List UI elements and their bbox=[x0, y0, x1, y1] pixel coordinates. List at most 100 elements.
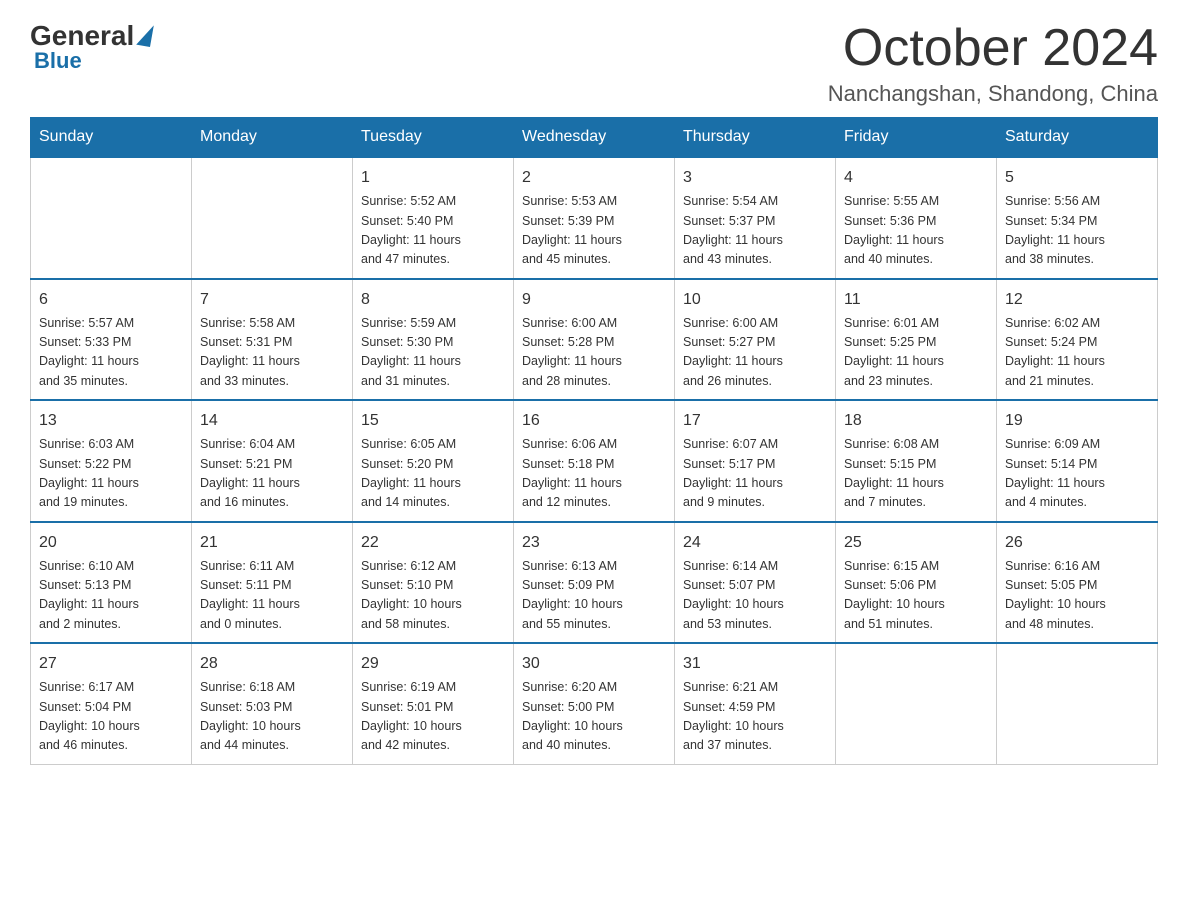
sun-info: Sunrise: 6:10 AMSunset: 5:13 PMDaylight:… bbox=[39, 557, 183, 635]
day-number: 3 bbox=[683, 166, 827, 190]
sun-info: Sunrise: 5:58 AMSunset: 5:31 PMDaylight:… bbox=[200, 314, 344, 392]
day-number: 7 bbox=[200, 288, 344, 312]
week-row-2: 6Sunrise: 5:57 AMSunset: 5:33 PMDaylight… bbox=[31, 279, 1158, 401]
page-header: General Blue October 2024 Nanchangshan, … bbox=[30, 20, 1158, 107]
sun-info: Sunrise: 6:00 AMSunset: 5:27 PMDaylight:… bbox=[683, 314, 827, 392]
week-row-3: 13Sunrise: 6:03 AMSunset: 5:22 PMDayligh… bbox=[31, 400, 1158, 522]
calendar-cell: 23Sunrise: 6:13 AMSunset: 5:09 PMDayligh… bbox=[514, 522, 675, 644]
sun-info: Sunrise: 6:07 AMSunset: 5:17 PMDaylight:… bbox=[683, 435, 827, 513]
calendar-cell: 19Sunrise: 6:09 AMSunset: 5:14 PMDayligh… bbox=[997, 400, 1158, 522]
day-number: 19 bbox=[1005, 409, 1149, 433]
day-number: 21 bbox=[200, 531, 344, 555]
day-number: 30 bbox=[522, 652, 666, 676]
calendar-cell: 22Sunrise: 6:12 AMSunset: 5:10 PMDayligh… bbox=[353, 522, 514, 644]
sun-info: Sunrise: 5:59 AMSunset: 5:30 PMDaylight:… bbox=[361, 314, 505, 392]
calendar-cell: 24Sunrise: 6:14 AMSunset: 5:07 PMDayligh… bbox=[675, 522, 836, 644]
day-number: 1 bbox=[361, 166, 505, 190]
sun-info: Sunrise: 6:04 AMSunset: 5:21 PMDaylight:… bbox=[200, 435, 344, 513]
calendar-cell: 16Sunrise: 6:06 AMSunset: 5:18 PMDayligh… bbox=[514, 400, 675, 522]
day-header-monday: Monday bbox=[192, 118, 353, 158]
day-header-tuesday: Tuesday bbox=[353, 118, 514, 158]
day-header-sunday: Sunday bbox=[31, 118, 192, 158]
day-number: 6 bbox=[39, 288, 183, 312]
calendar-cell: 2Sunrise: 5:53 AMSunset: 5:39 PMDaylight… bbox=[514, 157, 675, 279]
calendar-cell bbox=[192, 157, 353, 279]
sun-info: Sunrise: 6:21 AMSunset: 4:59 PMDaylight:… bbox=[683, 678, 827, 756]
title-section: October 2024 Nanchangshan, Shandong, Chi… bbox=[828, 20, 1158, 107]
day-number: 26 bbox=[1005, 531, 1149, 555]
sun-info: Sunrise: 6:05 AMSunset: 5:20 PMDaylight:… bbox=[361, 435, 505, 513]
day-number: 22 bbox=[361, 531, 505, 555]
day-header-saturday: Saturday bbox=[997, 118, 1158, 158]
sun-info: Sunrise: 5:55 AMSunset: 5:36 PMDaylight:… bbox=[844, 192, 988, 270]
sun-info: Sunrise: 6:16 AMSunset: 5:05 PMDaylight:… bbox=[1005, 557, 1149, 635]
calendar-cell: 31Sunrise: 6:21 AMSunset: 4:59 PMDayligh… bbox=[675, 643, 836, 764]
day-number: 10 bbox=[683, 288, 827, 312]
subtitle: Nanchangshan, Shandong, China bbox=[828, 81, 1158, 107]
day-header-row: SundayMondayTuesdayWednesdayThursdayFrid… bbox=[31, 118, 1158, 158]
sun-info: Sunrise: 6:20 AMSunset: 5:00 PMDaylight:… bbox=[522, 678, 666, 756]
week-row-4: 20Sunrise: 6:10 AMSunset: 5:13 PMDayligh… bbox=[31, 522, 1158, 644]
sun-info: Sunrise: 6:18 AMSunset: 5:03 PMDaylight:… bbox=[200, 678, 344, 756]
day-number: 5 bbox=[1005, 166, 1149, 190]
calendar-cell: 4Sunrise: 5:55 AMSunset: 5:36 PMDaylight… bbox=[836, 157, 997, 279]
day-number: 2 bbox=[522, 166, 666, 190]
day-header-thursday: Thursday bbox=[675, 118, 836, 158]
calendar-cell: 9Sunrise: 6:00 AMSunset: 5:28 PMDaylight… bbox=[514, 279, 675, 401]
calendar-cell: 13Sunrise: 6:03 AMSunset: 5:22 PMDayligh… bbox=[31, 400, 192, 522]
sun-info: Sunrise: 6:03 AMSunset: 5:22 PMDaylight:… bbox=[39, 435, 183, 513]
logo: General Blue bbox=[30, 20, 152, 74]
calendar-cell: 6Sunrise: 5:57 AMSunset: 5:33 PMDaylight… bbox=[31, 279, 192, 401]
calendar-cell: 28Sunrise: 6:18 AMSunset: 5:03 PMDayligh… bbox=[192, 643, 353, 764]
calendar-header: SundayMondayTuesdayWednesdayThursdayFrid… bbox=[31, 118, 1158, 158]
sun-info: Sunrise: 5:53 AMSunset: 5:39 PMDaylight:… bbox=[522, 192, 666, 270]
day-number: 4 bbox=[844, 166, 988, 190]
day-header-friday: Friday bbox=[836, 118, 997, 158]
calendar-cell: 26Sunrise: 6:16 AMSunset: 5:05 PMDayligh… bbox=[997, 522, 1158, 644]
sun-info: Sunrise: 6:11 AMSunset: 5:11 PMDaylight:… bbox=[200, 557, 344, 635]
day-number: 31 bbox=[683, 652, 827, 676]
day-number: 28 bbox=[200, 652, 344, 676]
calendar-cell bbox=[836, 643, 997, 764]
calendar-table: SundayMondayTuesdayWednesdayThursdayFrid… bbox=[30, 117, 1158, 765]
day-number: 15 bbox=[361, 409, 505, 433]
calendar-cell: 15Sunrise: 6:05 AMSunset: 5:20 PMDayligh… bbox=[353, 400, 514, 522]
day-number: 24 bbox=[683, 531, 827, 555]
calendar-cell: 17Sunrise: 6:07 AMSunset: 5:17 PMDayligh… bbox=[675, 400, 836, 522]
calendar-cell: 25Sunrise: 6:15 AMSunset: 5:06 PMDayligh… bbox=[836, 522, 997, 644]
sun-info: Sunrise: 5:56 AMSunset: 5:34 PMDaylight:… bbox=[1005, 192, 1149, 270]
logo-blue-text: Blue bbox=[34, 48, 82, 74]
sun-info: Sunrise: 6:02 AMSunset: 5:24 PMDaylight:… bbox=[1005, 314, 1149, 392]
sun-info: Sunrise: 6:12 AMSunset: 5:10 PMDaylight:… bbox=[361, 557, 505, 635]
sun-info: Sunrise: 6:14 AMSunset: 5:07 PMDaylight:… bbox=[683, 557, 827, 635]
calendar-cell: 21Sunrise: 6:11 AMSunset: 5:11 PMDayligh… bbox=[192, 522, 353, 644]
calendar-cell: 5Sunrise: 5:56 AMSunset: 5:34 PMDaylight… bbox=[997, 157, 1158, 279]
sun-info: Sunrise: 6:01 AMSunset: 5:25 PMDaylight:… bbox=[844, 314, 988, 392]
calendar-cell bbox=[997, 643, 1158, 764]
calendar-cell: 11Sunrise: 6:01 AMSunset: 5:25 PMDayligh… bbox=[836, 279, 997, 401]
calendar-cell: 3Sunrise: 5:54 AMSunset: 5:37 PMDaylight… bbox=[675, 157, 836, 279]
day-number: 13 bbox=[39, 409, 183, 433]
day-number: 8 bbox=[361, 288, 505, 312]
calendar-cell: 29Sunrise: 6:19 AMSunset: 5:01 PMDayligh… bbox=[353, 643, 514, 764]
calendar-cell: 12Sunrise: 6:02 AMSunset: 5:24 PMDayligh… bbox=[997, 279, 1158, 401]
sun-info: Sunrise: 6:17 AMSunset: 5:04 PMDaylight:… bbox=[39, 678, 183, 756]
day-number: 16 bbox=[522, 409, 666, 433]
week-row-1: 1Sunrise: 5:52 AMSunset: 5:40 PMDaylight… bbox=[31, 157, 1158, 279]
sun-info: Sunrise: 6:09 AMSunset: 5:14 PMDaylight:… bbox=[1005, 435, 1149, 513]
calendar-cell: 27Sunrise: 6:17 AMSunset: 5:04 PMDayligh… bbox=[31, 643, 192, 764]
day-number: 12 bbox=[1005, 288, 1149, 312]
main-title: October 2024 bbox=[828, 20, 1158, 77]
day-number: 18 bbox=[844, 409, 988, 433]
day-number: 9 bbox=[522, 288, 666, 312]
day-number: 25 bbox=[844, 531, 988, 555]
calendar-cell bbox=[31, 157, 192, 279]
week-row-5: 27Sunrise: 6:17 AMSunset: 5:04 PMDayligh… bbox=[31, 643, 1158, 764]
calendar-cell: 10Sunrise: 6:00 AMSunset: 5:27 PMDayligh… bbox=[675, 279, 836, 401]
sun-info: Sunrise: 6:00 AMSunset: 5:28 PMDaylight:… bbox=[522, 314, 666, 392]
day-number: 29 bbox=[361, 652, 505, 676]
calendar-cell: 14Sunrise: 6:04 AMSunset: 5:21 PMDayligh… bbox=[192, 400, 353, 522]
calendar-body: 1Sunrise: 5:52 AMSunset: 5:40 PMDaylight… bbox=[31, 157, 1158, 764]
day-number: 14 bbox=[200, 409, 344, 433]
logo-triangle-icon bbox=[136, 23, 154, 47]
